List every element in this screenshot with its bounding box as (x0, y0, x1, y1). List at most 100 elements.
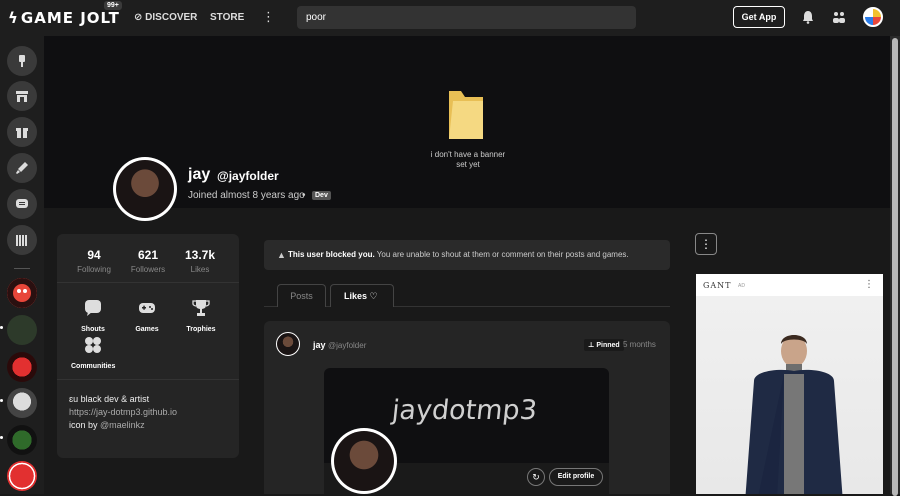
post-timestamp[interactable]: 5 months (623, 340, 656, 349)
gift-icon (16, 128, 28, 138)
blocked-notice: ▲ This user blocked you. You are unable t… (264, 240, 670, 270)
communities-icon (85, 337, 101, 353)
get-app-button[interactable]: Get App (733, 6, 785, 28)
display-name: jay (188, 166, 211, 183)
bio-divider (57, 379, 239, 380)
stat-following[interactable]: 94 Following (73, 248, 115, 274)
tile-trophies[interactable]: Trophies (179, 299, 223, 333)
sidebar-store-button[interactable] (7, 81, 37, 111)
profile-embed-preview: jaydotmp3 ↻ Edit profile (324, 368, 609, 494)
discover-link[interactable]: ⊘ DISCOVER (134, 12, 197, 23)
store-link[interactable]: STORE (210, 12, 244, 23)
bio-line: ɛu black dev & artist (69, 394, 150, 404)
library-icon (16, 235, 27, 246)
stat-value: 621 (137, 248, 159, 262)
ad-menu-button[interactable]: ⋮ (864, 279, 874, 290)
avatar-image (116, 160, 174, 218)
page-scrollbar[interactable] (890, 36, 900, 496)
pinned-post-card: jay @jayfolder ⊥ Pinned 5 months jaydotm… (264, 321, 670, 494)
tile-label: Trophies (186, 326, 216, 333)
sidebar-community-6[interactable] (7, 461, 37, 491)
realm-icon (19, 55, 25, 67)
notification-count-badge: 99+ (104, 1, 122, 10)
edit-profile-button[interactable]: Edit profile (549, 468, 603, 486)
warning-icon: ▲ (277, 250, 286, 260)
stats-divider (57, 282, 239, 283)
avatar-image (334, 431, 394, 491)
blocked-message: You are unable to shout at them or comme… (374, 250, 629, 259)
pinned-badge: ⊥ Pinned (584, 339, 624, 351)
post-author-handle[interactable]: @jayfolder (328, 341, 366, 350)
tile-label: Games (135, 326, 159, 333)
sidebar-chat-button[interactable] (7, 189, 37, 219)
profile-options-button[interactable]: ⋮ (695, 233, 717, 255)
community-avatar-icon (7, 278, 37, 308)
bolt-icon: ϟ (8, 9, 19, 27)
logo-text: GAME JOLT (20, 9, 120, 27)
gamepad-icon (139, 303, 155, 313)
bio-mention-link[interactable]: @maelinkz (100, 420, 145, 430)
profile-avatar[interactable] (113, 157, 177, 221)
tile-communities[interactable]: Communities (71, 336, 115, 370)
game-jolt-logo[interactable]: ϟ GAME JOLT (8, 9, 120, 27)
left-sidebar (0, 36, 44, 494)
hidden-likes-icon: ♡ (369, 291, 378, 301)
friend-requests-icon[interactable] (832, 10, 846, 24)
username: @jayfolder (217, 169, 279, 183)
bell-icon[interactable] (802, 10, 814, 24)
post-author-name[interactable]: jay (313, 340, 326, 350)
sidebar-inventory-button[interactable] (7, 117, 37, 147)
stat-label: Likes (190, 265, 210, 274)
sidebar-library-button[interactable] (7, 225, 37, 255)
joined-date: Joined almost 8 years ago (188, 190, 305, 201)
stat-followers[interactable]: 621 Followers (127, 248, 169, 274)
separator-dot: • (302, 190, 306, 201)
chat-icon (16, 199, 28, 208)
compass-icon: ⊘ (134, 12, 146, 23)
more-menu-button[interactable]: ⋮ (262, 9, 275, 25)
bio-line: icon by @maelinkz (69, 419, 177, 432)
bio-credit-text: icon by (69, 420, 101, 430)
tab-likes-label: Likes (344, 291, 368, 301)
sidebar-realms-button[interactable] (7, 46, 37, 76)
stat-likes[interactable]: 13.7k Likes (179, 248, 221, 274)
sidebar-creator-button[interactable] (7, 153, 37, 183)
sidebar-community-3[interactable] (7, 352, 37, 382)
user-avatar[interactable] (863, 7, 883, 27)
tile-games[interactable]: Games (125, 299, 169, 333)
stat-value: 13.7k (184, 248, 216, 262)
post-author-avatar[interactable] (276, 332, 300, 356)
shouts-icon (85, 300, 101, 316)
brush-icon (16, 162, 28, 174)
stat-value: 94 (87, 248, 101, 262)
refresh-icon[interactable]: ↻ (527, 468, 545, 486)
stat-label: Followers (130, 265, 166, 274)
sidebar-community-1[interactable] (7, 278, 37, 308)
sidebar-divider (14, 268, 30, 269)
sidebar-community-2[interactable] (7, 315, 37, 345)
ad-image (696, 296, 883, 494)
ad-label: AD (738, 283, 745, 289)
tab-posts[interactable]: Posts (277, 284, 326, 307)
unread-dot (0, 399, 3, 402)
tile-label: Shouts (81, 326, 105, 333)
stat-label: Following (77, 265, 111, 274)
tab-likes[interactable]: Likes ♡ (330, 284, 394, 307)
embed-avatar (331, 428, 397, 494)
model-photo (745, 335, 843, 494)
dev-badge: Dev (312, 191, 331, 200)
sidebar-community-5[interactable] (7, 425, 37, 455)
unread-dot (0, 436, 3, 439)
top-navigation-bar: ϟGAME JOLT 99+ ⊘ DISCOVER STORE ⋮ Get Ap… (0, 0, 900, 36)
tile-shouts[interactable]: Shouts (71, 299, 115, 333)
pinned-label: Pinned (596, 342, 620, 349)
empty-banner-text: i don't have a banner set yet (430, 150, 506, 169)
blocked-title: This user blocked you. (288, 250, 375, 259)
scrollbar-thumb[interactable] (892, 38, 898, 496)
search-input[interactable] (297, 6, 636, 29)
sidebar-community-4[interactable] (7, 388, 37, 418)
profile-bio: ɛu black dev & artist https://jay-dotmp3… (69, 393, 177, 432)
tile-label: Communities (71, 363, 116, 370)
bio-website-link[interactable]: https://jay-dotmp3.github.io (69, 406, 177, 419)
advertisement[interactable]: GANT AD ⋮ (696, 274, 883, 494)
